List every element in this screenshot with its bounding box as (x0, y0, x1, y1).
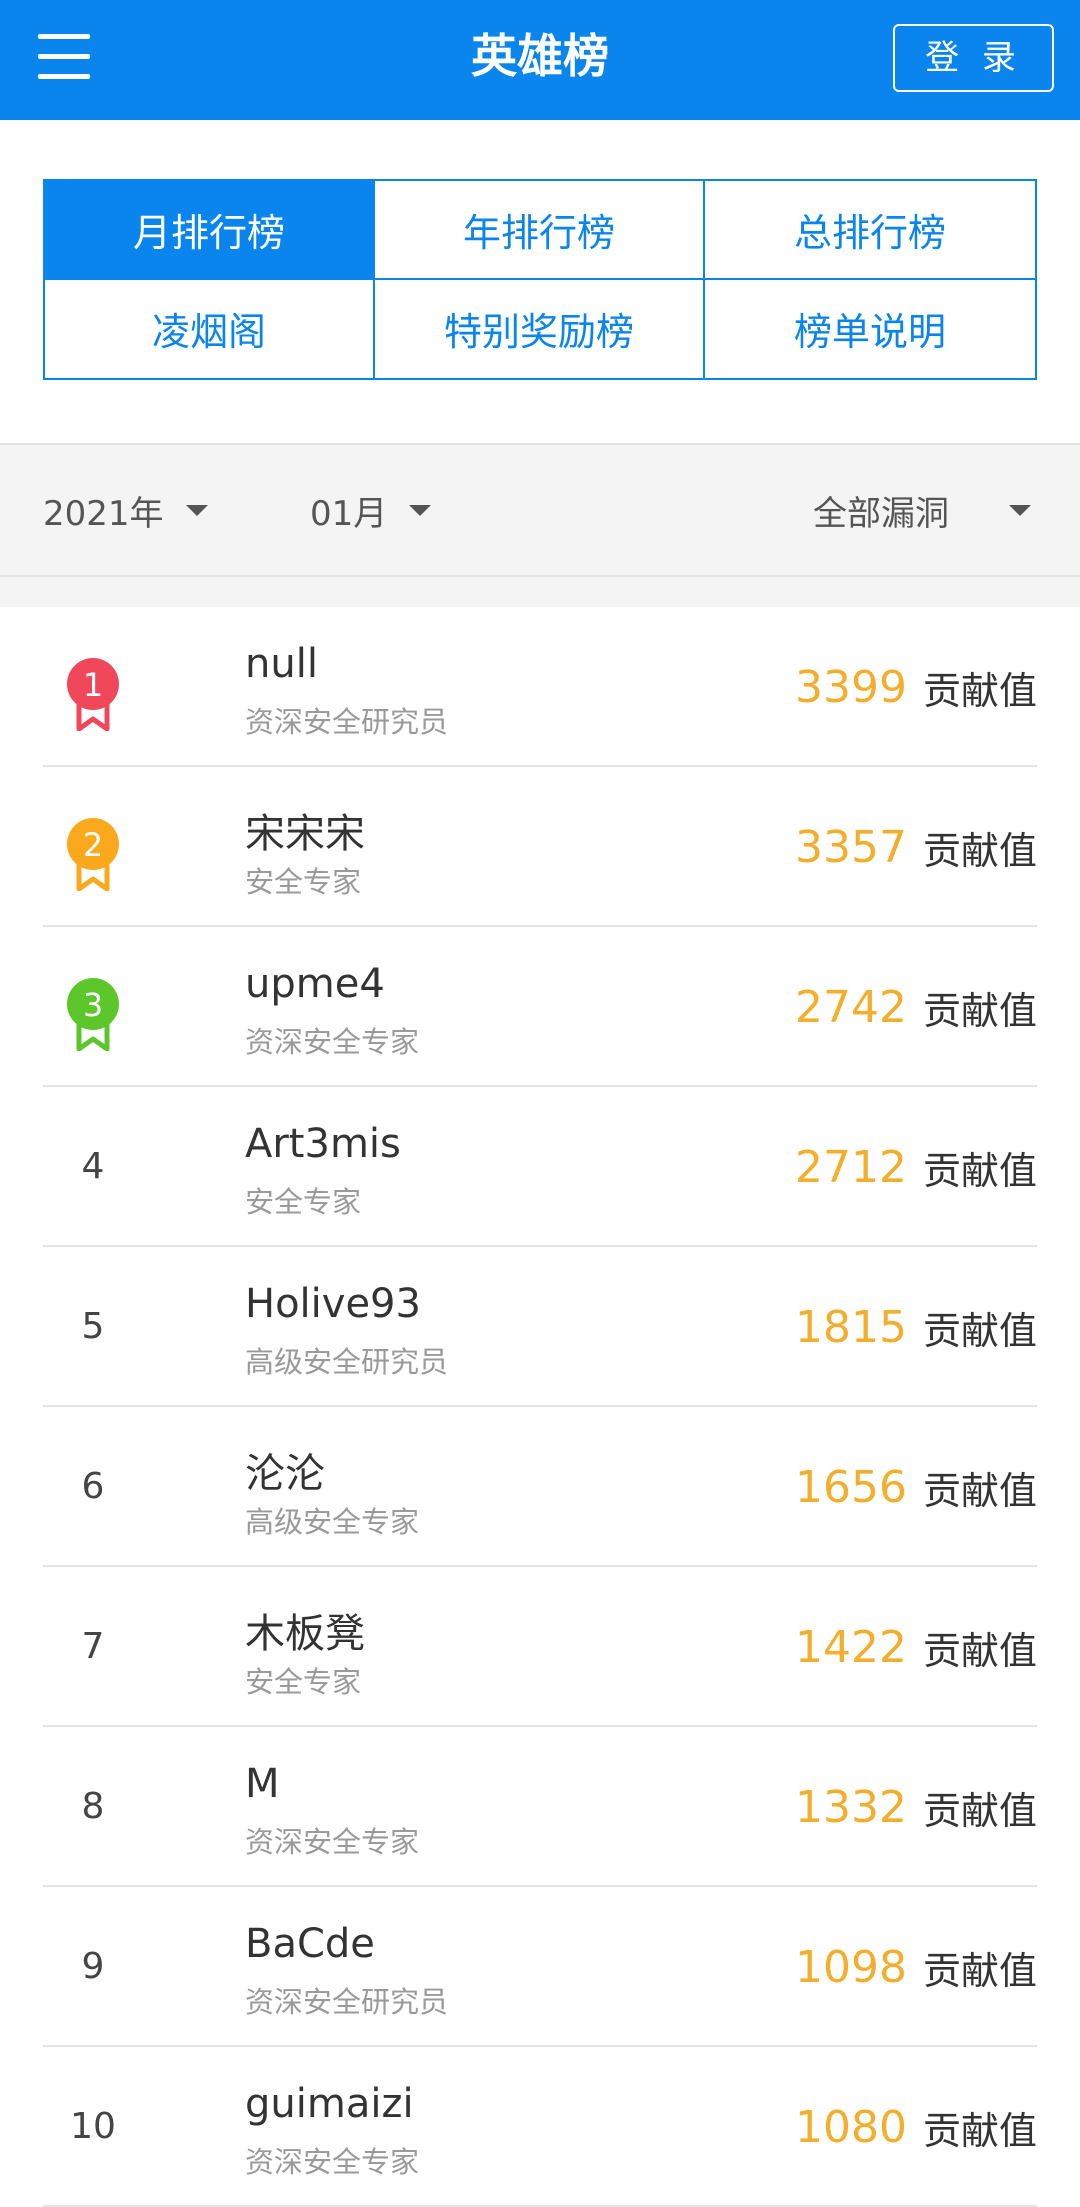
user-title: 高级安全专家 (245, 1505, 420, 1539)
rank-number: 6 (81, 1466, 105, 1507)
user-title: 安全专家 (245, 865, 362, 899)
rank-medal-icon: 1 (65, 657, 121, 732)
ranking-row[interactable]: 7 木板凳安全专家 1422 贡献值 (43, 1567, 1037, 1727)
ranking-row[interactable]: 10 guimaizi 资深安全专家 1080 贡献值 (43, 2047, 1037, 2207)
contribution-label: 贡献值 (922, 1788, 1037, 1833)
contribution-label: 贡献值 (922, 828, 1037, 873)
contribution-score: 3357 (795, 821, 907, 873)
user-name: 沦沦 (245, 1451, 325, 1497)
ranking-list: 1 null 资深安全研究员 3399 贡献值 2 宋宋宋安全专家 3357 贡献值 3 upme4… (43, 607, 1037, 2207)
caret-down-icon (409, 504, 432, 516)
tab-lingyange[interactable]: 凌烟阁 (45, 279, 375, 378)
year-select[interactable]: 2021年 (43, 445, 208, 575)
contribution-score: 2712 (795, 1141, 907, 1193)
ranking-row[interactable]: 1 null 资深安全研究员 3399 贡献值 (43, 607, 1037, 767)
rank-number: 5 (81, 1306, 105, 1347)
score-group: 3399 贡献值 (795, 607, 1037, 767)
contribution-score: 1080 (795, 2101, 907, 2153)
contribution-score: 1815 (795, 1301, 907, 1353)
score-group: 1656 贡献值 (795, 1407, 1037, 1567)
user-title: 资深安全专家 (245, 1025, 420, 1059)
rank-number: 3 (83, 986, 103, 1024)
contribution-score: 1098 (795, 1941, 907, 1993)
user-name: guimaizi (245, 2081, 414, 2127)
user-title: 高级安全研究员 (245, 1345, 449, 1379)
user-title: 安全专家 (245, 1665, 362, 1699)
rank-number: 4 (81, 1146, 105, 1187)
score-group: 2712 贡献值 (795, 1087, 1037, 1247)
hamburger-menu-icon[interactable] (38, 34, 90, 80)
contribution-score: 2742 (795, 981, 907, 1033)
contribution-score: 1656 (795, 1461, 907, 1513)
ranking-row[interactable]: 8 M 资深安全专家 1332 贡献值 (43, 1727, 1037, 1887)
contribution-score: 1332 (795, 1781, 907, 1833)
rank-number: 8 (81, 1786, 105, 1827)
contribution-label: 贡献值 (922, 2108, 1037, 2153)
contribution-label: 贡献值 (922, 1948, 1037, 1993)
login-button[interactable]: 登 录 (893, 24, 1054, 92)
leaderboard-tabs: 月排行榜 年排行榜 总排行榜 凌烟阁 特别奖励榜 榜单说明 (43, 179, 1037, 380)
contribution-score: 1422 (795, 1621, 907, 1673)
rank-medal-icon: 2 (65, 817, 121, 892)
caret-down-icon (1009, 504, 1031, 516)
score-group: 1815 贡献值 (795, 1247, 1037, 1407)
ranking-row[interactable]: 4 Art3mis 安全专家 2712 贡献值 (43, 1087, 1037, 1247)
section-gap (0, 577, 1080, 607)
score-group: 3357 贡献值 (795, 767, 1037, 927)
ranking-row[interactable]: 2 宋宋宋安全专家 3357 贡献值 (43, 767, 1037, 927)
rank-number: 7 (81, 1626, 105, 1667)
user-name: BaCde (245, 1921, 375, 1967)
filter-bar: 2021年 01月 全部漏洞 (0, 443, 1080, 577)
score-group: 2742 贡献值 (795, 927, 1037, 1087)
top-app-bar: 英雄榜 登 录 (0, 0, 1080, 120)
ranking-row[interactable]: 5 Holive93 高级安全研究员 1815 贡献值 (43, 1247, 1037, 1407)
user-title: 资深安全专家 (245, 1825, 420, 1859)
user-title: 安全专家 (245, 1185, 362, 1219)
user-title: 资深安全研究员 (245, 705, 449, 739)
user-title: 资深安全研究员 (245, 1985, 449, 2019)
contribution-label: 贡献值 (922, 1148, 1037, 1193)
score-group: 1080 贡献值 (795, 2047, 1037, 2207)
tab-monthly[interactable]: 月排行榜 (45, 181, 375, 280)
contribution-label: 贡献值 (922, 1308, 1037, 1353)
user-name: null (245, 641, 318, 687)
ranking-row[interactable]: 9 BaCde 资深安全研究员 1098 贡献值 (43, 1887, 1037, 2047)
rank-medal-icon: 3 (65, 977, 121, 1052)
user-name: upme4 (245, 961, 385, 1007)
year-select-value: 2021年 (43, 493, 164, 534)
user-name: Art3mis (245, 1121, 401, 1167)
contribution-label: 贡献值 (922, 668, 1037, 713)
vulnerability-type-select[interactable]: 全部漏洞 (813, 445, 1031, 575)
month-select[interactable]: 01月 (310, 445, 432, 575)
score-group: 1332 贡献值 (795, 1727, 1037, 1887)
caret-down-icon (185, 504, 208, 516)
rank-number: 9 (81, 1946, 105, 1987)
user-name: M (245, 1761, 280, 1807)
tab-yearly[interactable]: 年排行榜 (375, 181, 705, 280)
score-group: 1098 贡献值 (795, 1887, 1037, 2047)
contribution-label: 贡献值 (922, 1468, 1037, 1513)
month-select-value: 01月 (310, 493, 388, 534)
user-name: 木板凳 (245, 1611, 365, 1657)
ranking-row[interactable]: 3 upme4 资深安全专家 2742 贡献值 (43, 927, 1037, 1087)
ranking-row[interactable]: 6 沦沦高级安全专家 1656 贡献值 (43, 1407, 1037, 1567)
rank-number: 10 (70, 2106, 116, 2147)
tab-rules[interactable]: 榜单说明 (705, 279, 1035, 378)
score-group: 1422 贡献值 (795, 1567, 1037, 1727)
user-title: 资深安全专家 (245, 2145, 420, 2179)
vulnerability-type-value: 全部漏洞 (813, 493, 949, 534)
tab-total[interactable]: 总排行榜 (705, 181, 1035, 280)
contribution-label: 贡献值 (922, 988, 1037, 1033)
user-name: 宋宋宋 (245, 811, 365, 857)
rank-number: 2 (83, 826, 103, 864)
tab-special-reward[interactable]: 特别奖励榜 (375, 279, 705, 378)
rank-number: 1 (83, 666, 103, 704)
contribution-score: 3399 (795, 661, 907, 713)
user-name: Holive93 (245, 1281, 421, 1327)
contribution-label: 贡献值 (922, 1628, 1037, 1673)
